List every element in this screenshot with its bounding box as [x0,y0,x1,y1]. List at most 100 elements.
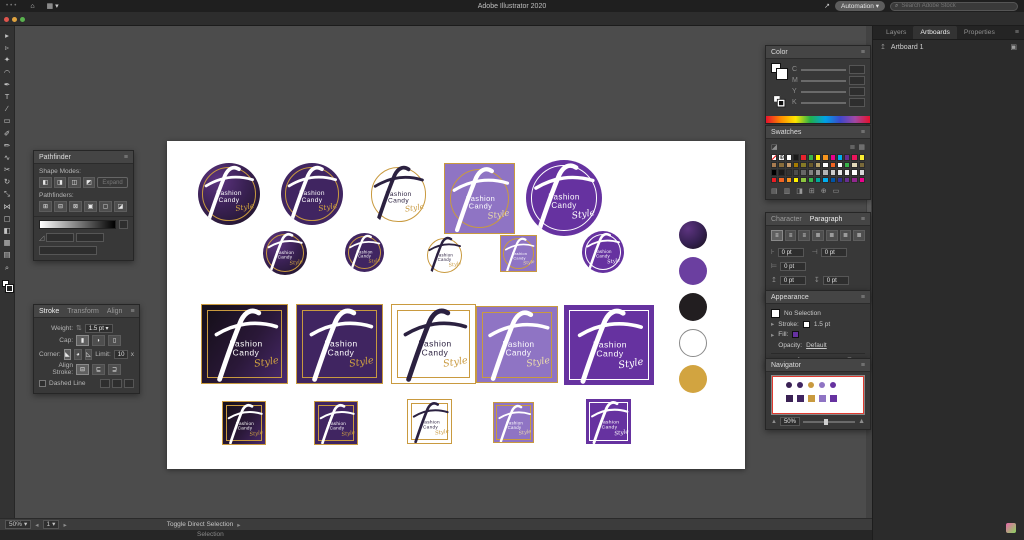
logo-tile-dark-purple-square[interactable]: FashionCandyStyle [296,304,383,384]
channel-value-field[interactable] [849,98,865,107]
fill-color-swatch[interactable] [792,331,799,338]
artboard[interactable]: FashionCandyStyleFashionCandyStyleFashio… [167,141,745,469]
new-swatch-icon[interactable]: ⊕ [821,187,827,195]
opacity-value-link[interactable]: Default [806,342,827,349]
logo-tile-white-square[interactable]: FashionCandyStyle [391,304,476,384]
space-after-field[interactable]: 0 pt [823,276,849,285]
swatch-cell[interactable] [851,162,857,169]
swatch-cell[interactable] [800,169,806,176]
pathfinder-panel-header[interactable]: Pathfinder≡ [34,151,133,164]
swatch-cell[interactable] [844,162,850,169]
swatch-cell[interactable] [859,154,865,161]
swatch-cell[interactable] [771,154,777,161]
disclosure-icon[interactable]: ▸ [771,320,774,328]
swatch-options-icon[interactable]: ◨ [796,187,803,195]
swatch-cell[interactable] [793,154,799,161]
bevel-join-button[interactable]: ◺ [85,349,93,360]
width-tool-icon[interactable]: ⋈ [1,201,14,213]
next-artboard-icon[interactable]: ▸ [63,521,66,529]
swatch-cell[interactable] [830,169,836,176]
color-spectrum-bar[interactable] [766,116,870,123]
stroke-panel-header[interactable]: Stroke Transform Align ≡ [34,305,139,318]
trim-button[interactable]: ⊟ [54,201,67,212]
navigator-zoom-slider[interactable] [803,421,855,423]
channel-slider[interactable] [801,80,846,82]
grid-view-icon[interactable]: ▦ [858,143,865,151]
minus-front-button[interactable]: ◨ [54,177,67,188]
navigator-panel-header[interactable]: Navigator≡ [766,359,870,372]
gradient-stop[interactable] [119,220,128,229]
logo-tile-white-circle[interactable]: FashionCandyStyle [367,163,430,226]
zoom-in-icon[interactable]: ▲ [858,418,865,425]
align-left-button[interactable]: ≡ [771,230,783,241]
swatch-cell[interactable] [778,162,784,169]
status-hint-arrow-icon[interactable]: ▸ [237,521,240,529]
panel-menu-icon[interactable]: ≡ [861,49,865,56]
panel-menu-icon[interactable]: ≡ [130,308,134,315]
lasso-tool-icon[interactable]: ◠ [1,67,14,79]
palette-swatch-3[interactable] [679,293,707,321]
swatch-cell[interactable] [830,162,836,169]
swatch-cell[interactable] [822,154,828,161]
zoom-out-icon[interactable]: ▲ [771,419,777,425]
default-fill-stroke-icon[interactable] [773,95,784,106]
swatch-cell[interactable] [837,154,843,161]
swatch-cell[interactable] [859,177,865,184]
align-center-text-button[interactable]: ≡ [785,230,797,241]
navigator-zoom-value[interactable]: 50% [780,417,800,426]
list-view-icon[interactable]: ≣ [850,143,856,151]
panel-menu-icon[interactable]: ≡ [861,362,865,369]
left-indent-field[interactable]: 0 pt [778,248,804,257]
logo-tile-purple-circle[interactable]: FashionCandyStyle [526,160,602,236]
justify-last-left-button[interactable]: ≣ [812,230,824,241]
channel-value-field[interactable] [849,65,865,74]
swatch-cell[interactable] [859,169,865,176]
limit-value[interactable]: 10 [114,350,128,359]
swatch-cell[interactable] [800,177,806,184]
logo-tile-white-square[interactable]: FashionCandyStyle [407,399,452,444]
swatch-cell[interactable] [793,177,799,184]
mesh-tool-icon[interactable]: ▦ [1,237,14,249]
magic-wand-tool-icon[interactable]: ✦ [1,54,14,66]
palette-swatch-2[interactable] [679,257,707,285]
palette-swatch-4[interactable] [679,329,707,357]
disclosure-icon[interactable]: ▸ [771,331,774,339]
panel-menu-icon[interactable]: ≡ [861,129,865,136]
right-indent-field[interactable]: 0 pt [821,248,847,257]
swatch-cell[interactable]: ⊕ [778,154,785,161]
swatch-cell[interactable] [837,169,843,176]
paragraph-panel-header[interactable]: Character Paragraph ≡ [766,213,870,226]
panel-menu-icon[interactable]: ≡ [1015,29,1019,36]
outline-button[interactable]: ▢ [99,201,112,212]
line-segment-tool-icon[interactable]: ∕ [1,103,14,115]
tab-stroke[interactable]: Stroke [39,308,59,315]
fill-stroke-indicator[interactable] [771,63,787,79]
panel-menu-icon[interactable]: ≡ [124,154,128,161]
swatch-cell[interactable] [830,177,836,184]
swatch-cell[interactable] [822,177,828,184]
gradient-option-box[interactable] [76,233,104,242]
free-transform-tool-icon[interactable]: ▢ [1,213,14,225]
stepper-icon[interactable]: ⇅ [76,324,82,332]
swatch-cell[interactable] [778,169,784,176]
weight-value[interactable]: 1.5 pt ▾ [85,324,113,333]
close-window-button[interactable] [4,17,9,22]
logo-tile-gradient-circle[interactable]: FashionCandyStyle [198,163,260,225]
logo-tile-dark-purple-circle[interactable]: FashionCandyStyle [345,233,384,272]
swatch-cell[interactable] [815,154,821,161]
swatch-cell[interactable] [822,169,828,176]
swatch-cell[interactable] [815,162,821,169]
swatch-cell[interactable] [837,162,843,169]
expand-button[interactable]: Expand [97,177,128,188]
first-line-indent-field[interactable]: 0 pt [780,262,806,271]
appearance-panel-header[interactable]: Appearance≡ [766,291,870,304]
swatch-cell[interactable] [851,169,857,176]
logo-tile-dark-purple-circle[interactable]: FashionCandyStyle [281,163,343,225]
scissors-tool-icon[interactable]: ✂ [1,164,14,176]
share-icon[interactable]: ↗ [824,2,830,10]
unite-button[interactable]: ◧ [39,177,52,188]
swatch-cell[interactable] [815,177,821,184]
new-group-icon[interactable]: ⊞ [809,187,815,195]
channel-value-field[interactable] [849,76,865,85]
tab-properties[interactable]: Properties [957,26,1002,39]
